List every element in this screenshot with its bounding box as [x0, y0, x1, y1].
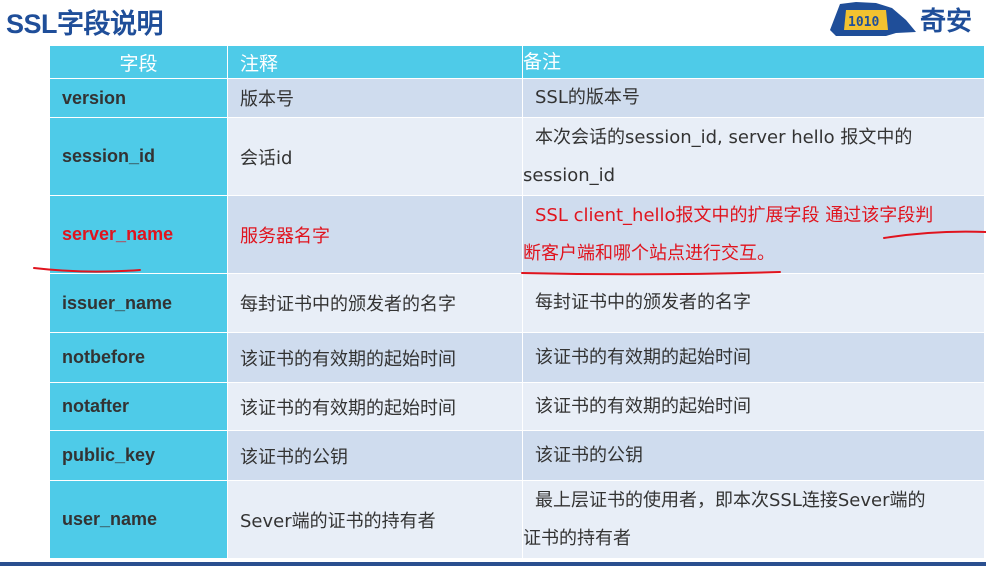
table-row: public_key 该证书的公钥 该证书的公钥	[49, 430, 985, 481]
comment-cell: 每封证书中的颁发者的名字	[227, 273, 523, 333]
comment-cell: 该证书的公钥	[227, 430, 523, 481]
table-row: session_id 会话id 本次会话的session_id, server …	[49, 117, 985, 196]
remark-cell: SSL client_hello报文中的扩展字段 通过该字段判 断客户端和哪个站…	[522, 195, 985, 274]
field-cell: issuer_name	[49, 273, 228, 333]
comment-cell: 服务器名字	[227, 195, 523, 274]
remark-line: 该证书的有效期的起始时间	[535, 395, 751, 417]
table-row: notafter 该证书的有效期的起始时间 该证书的有效期的起始时间	[49, 382, 985, 431]
comment-cell: Sever端的证书的持有者	[227, 480, 523, 559]
remark-line: 每封证书中的颁发者的名字	[535, 292, 751, 313]
comment-cell: 该证书的有效期的起始时间	[227, 332, 523, 383]
table-row-highlighted: server_name 服务器名字 SSL client_hello报文中的扩展…	[49, 195, 985, 274]
remark-line: 本次会话的session_id, server hello 报文中的	[535, 126, 913, 148]
ssl-fields-table: 字段 注释 备注 version 版本号 SSL的版本号 session_id …	[49, 45, 985, 559]
page-title: SSL字段说明	[6, 9, 164, 39]
field-cell: public_key	[49, 430, 228, 481]
logo-text: 奇安	[920, 7, 973, 37]
field-cell: session_id	[49, 117, 228, 196]
header-remark: 备注	[522, 45, 985, 79]
remark-cell: 本次会话的session_id, server hello 报文中的 sessi…	[522, 117, 985, 196]
remark-line: SSL client_hello报文中的扩展字段 通过该字段判	[535, 204, 934, 226]
bottom-bar	[0, 562, 986, 566]
comment-cell: 会话id	[227, 117, 523, 196]
remark-cell: SSL的版本号	[522, 78, 985, 118]
field-cell: user_name	[49, 480, 228, 559]
remark-cell: 该证书的公钥	[522, 430, 985, 481]
remark-cell: 最上层证书的使用者，即本次SSL连接Sever端的 证书的持有者	[522, 480, 985, 559]
logo-mark-icon: 1010	[830, 2, 916, 36]
table-row: notbefore 该证书的有效期的起始时间 该证书的有效期的起始时间	[49, 332, 985, 383]
remark-cell: 该证书的有效期的起始时间	[522, 332, 985, 383]
field-cell: notafter	[49, 382, 228, 431]
remark-line: 该证书的有效期的起始时间	[535, 346, 751, 368]
table-header-row: 字段 注释 备注	[49, 45, 985, 79]
remark-line: 最上层证书的使用者，即本次SSL连接Sever端的	[535, 489, 926, 511]
header-field: 字段	[49, 45, 228, 79]
remark-line: 断客户端和哪个站点进行交互。	[523, 242, 775, 264]
logo-mark-text: 1010	[848, 15, 879, 30]
field-cell: notbefore	[49, 332, 228, 383]
comment-cell: 该证书的有效期的起始时间	[227, 382, 523, 431]
logo: 1010 奇安	[826, 0, 986, 40]
comment-cell: 版本号	[227, 78, 523, 118]
field-cell: version	[49, 78, 228, 118]
field-cell: server_name	[49, 195, 228, 274]
table-row: user_name Sever端的证书的持有者 最上层证书的使用者，即本次SSL…	[49, 480, 985, 559]
remark-cell: 每封证书中的颁发者的名字	[522, 273, 985, 333]
table-row: issuer_name 每封证书中的颁发者的名字 每封证书中的颁发者的名字	[49, 273, 985, 333]
remark-line: 证书的持有者	[523, 527, 631, 549]
remark-line: 该证书的公钥	[535, 444, 643, 466]
table-row: version 版本号 SSL的版本号	[49, 78, 985, 118]
header-comment: 注释	[227, 45, 523, 79]
remark-line: SSL的版本号	[535, 87, 640, 108]
remark-line: session_id	[523, 164, 616, 186]
remark-cell: 该证书的有效期的起始时间	[522, 382, 985, 431]
